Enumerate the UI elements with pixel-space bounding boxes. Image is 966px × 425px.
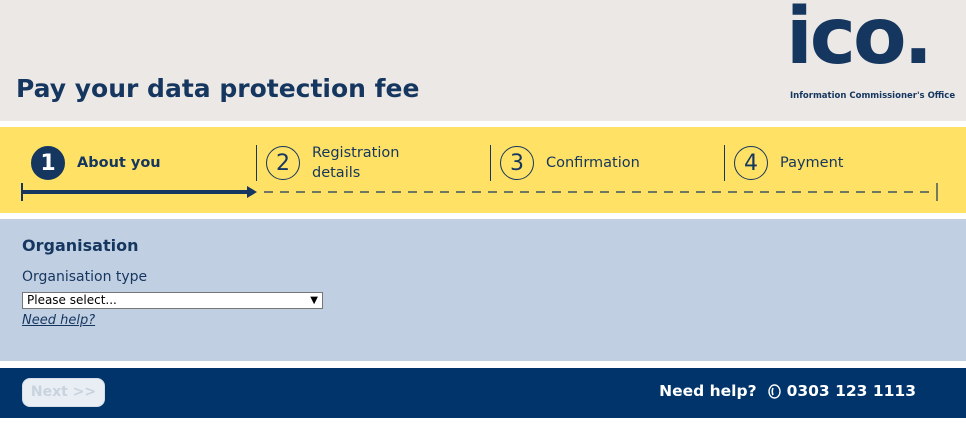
next-button[interactable]: Next >>	[22, 378, 105, 407]
organisation-type-select[interactable]: Please select... ▼	[22, 292, 323, 309]
dropdown-arrow-icon: ▼	[310, 295, 318, 306]
progress-steps: 1 About you 2 Registration details 3 Con…	[0, 127, 966, 213]
select-value: Please select...	[27, 293, 117, 307]
footer: Next >> Need help? 0303 123 1113	[0, 368, 966, 418]
logo-subtitle: Information Commissioner's Office	[790, 91, 956, 101]
section-title: Organisation	[22, 236, 139, 255]
organisation-form: Organisation Organisation type Please se…	[0, 219, 966, 361]
phone-icon	[767, 383, 781, 399]
organisation-type-label: Organisation type	[22, 269, 148, 285]
footer-help: Need help? 0303 123 1113	[659, 382, 916, 400]
logo-wordmark: ico.	[786, 0, 933, 82]
ico-logo: ico. Information Commissioner's Office	[786, 0, 955, 106]
progress-arrow-icon	[247, 186, 257, 198]
page-title: Pay your data protection fee	[16, 74, 420, 103]
need-help-link[interactable]: Need help?	[22, 313, 95, 328]
progress-track	[21, 183, 938, 201]
footer-help-text: Need help?	[659, 382, 757, 400]
header: Pay your data protection fee ico. Inform…	[0, 0, 966, 121]
footer-phone-number: 0303 123 1113	[786, 382, 916, 400]
